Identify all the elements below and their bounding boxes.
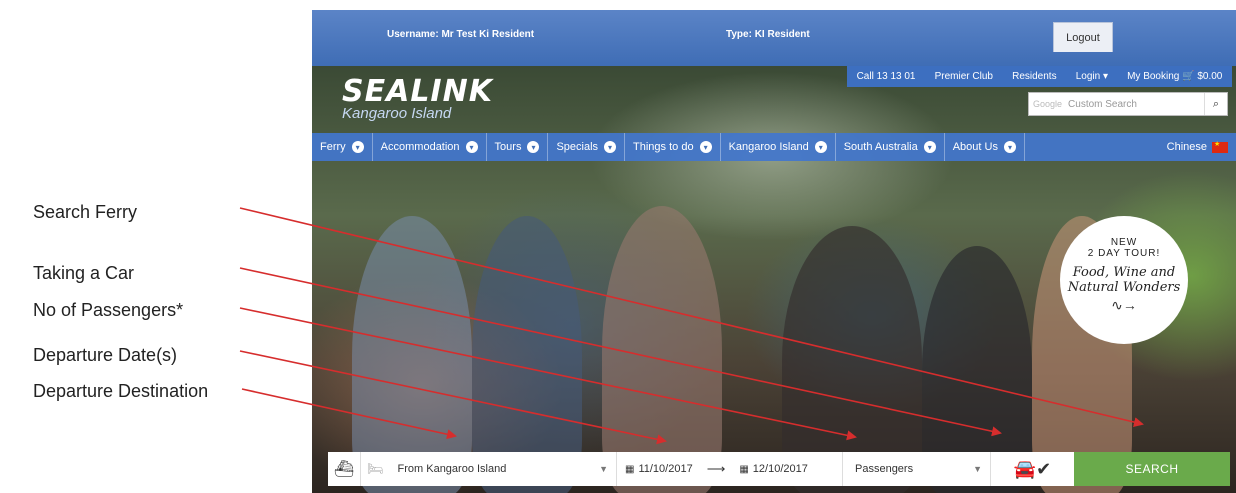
squiggle-arrow-icon: ∿→: [1111, 297, 1137, 313]
nav-item-accommodation[interactable]: Accommodation ▾: [373, 133, 487, 161]
return-date-input[interactable]: 12/10/2017: [753, 463, 808, 475]
bed-icon: 🛏: [367, 461, 384, 476]
chevron-down-icon: ▾: [1003, 141, 1016, 153]
login-dropdown[interactable]: Login ▾: [1076, 71, 1108, 82]
departure-destination-value: From Kangaroo Island: [397, 463, 507, 475]
nav-item-south-australia[interactable]: South Australia ▾: [836, 133, 945, 161]
taking-car-toggle[interactable]: 🚘 ✔: [991, 452, 1074, 486]
search-icon[interactable]: ⌕: [1204, 93, 1227, 115]
chevron-down-icon: ▼: [973, 464, 982, 474]
promo-line-1: NEW: [1110, 237, 1138, 248]
annotation-departure-dates: Departure Date(s): [33, 345, 178, 365]
departure-dates: ▦ 11/10/2017 ⟶ ▦ 12/10/2017: [617, 452, 843, 486]
nav-item-things-to-do[interactable]: Things to do ▾: [625, 133, 721, 161]
nav-item-specials[interactable]: Specials ▾: [548, 133, 626, 161]
logout-button[interactable]: Logout: [1053, 22, 1113, 52]
departure-destination-select[interactable]: 🛏 From Kangaroo Island ▼: [361, 452, 617, 486]
annotation-passengers: No of Passengers*: [33, 300, 184, 320]
chevron-down-icon: ▾: [604, 141, 617, 153]
ferry-booking-bar: ⛴ 🛏 From Kangaroo Island ▼ ▦ 11/10/2017 …: [328, 452, 1230, 486]
sealink-logo[interactable]: SEALINK Kangaroo Island: [342, 74, 493, 122]
chevron-down-icon: ▾: [923, 141, 936, 153]
passengers-select[interactable]: Passengers ▼: [843, 452, 991, 486]
chevron-down-icon: ▾: [814, 141, 827, 153]
calendar-icon: ▦: [625, 463, 635, 475]
annotation-taking-car: Taking a Car: [33, 263, 135, 283]
chevron-down-icon: ▾: [527, 141, 540, 153]
calendar-icon: ▦: [739, 463, 749, 475]
nav-item-kangaroo-island[interactable]: Kangaroo Island ▾: [721, 133, 836, 161]
china-flag-icon: [1212, 140, 1228, 153]
arrow-right-icon: ⟶: [706, 461, 726, 476]
photo-person: [602, 206, 722, 493]
search-placeholder: Custom Search: [1068, 98, 1137, 110]
nav-label: Kangaroo Island: [728, 141, 809, 153]
residents-link[interactable]: Residents: [1012, 71, 1056, 82]
promo-line-3: Food, Wine and: [1072, 265, 1176, 280]
logo-brand: SEALINK: [342, 74, 493, 109]
chevron-down-icon: ▾: [699, 141, 712, 153]
nav-item-tours[interactable]: Tours ▾: [487, 133, 549, 161]
nav-label: Specials: [556, 141, 599, 153]
chevron-down-icon: ▾: [465, 141, 478, 153]
user-type-text: Type: KI Resident: [726, 29, 810, 40]
language-label: Chinese: [1166, 141, 1207, 153]
website-frame: Username: Mr Test Ki Resident Type: KI R…: [312, 10, 1236, 493]
passengers-value: Passengers: [855, 463, 914, 475]
chevron-down-icon: ▾: [351, 141, 364, 153]
check-icon: ✔: [1036, 458, 1052, 479]
chevron-down-icon: ▼: [599, 464, 608, 474]
my-booking-link[interactable]: My Booking 🛒 $0.00: [1127, 71, 1222, 82]
nav-label: Accommodation: [380, 141, 460, 153]
nav-item-ferry[interactable]: Ferry ▾: [312, 133, 373, 161]
main-nav: Ferry ▾ Accommodation ▾ Tours ▾ Specials ▾ T…: [312, 133, 1236, 161]
depart-date-input[interactable]: 11/10/2017: [638, 463, 692, 475]
hero-photo: SEALINK Kangaroo Island Call 13 13 01 Pr…: [312, 66, 1236, 493]
google-label: Google: [1033, 99, 1063, 109]
site-search-input[interactable]: Google Custom Search ⌕: [1028, 92, 1228, 116]
promo-badge[interactable]: NEW 2 DAY TOUR! Food, Wine and Natural W…: [1060, 216, 1188, 344]
session-bar: Username: Mr Test Ki Resident Type: KI R…: [312, 10, 1236, 66]
promo-line-4: Natural Wonders: [1067, 280, 1181, 295]
nav-label: About Us: [952, 141, 998, 153]
search-ferry-button[interactable]: SEARCH: [1074, 452, 1230, 486]
nav-item-about-us[interactable]: About Us ▾: [945, 133, 1025, 161]
username-text: Username: Mr Test Ki Resident: [387, 29, 535, 40]
nav-label: Tours: [494, 141, 522, 153]
utility-bar: Call 13 13 01 Premier Club Residents Log…: [847, 66, 1232, 87]
car-icon: 🚘: [1013, 458, 1037, 479]
call-link[interactable]: Call 13 13 01: [857, 71, 916, 82]
promo-line-2: 2 DAY TOUR!: [1087, 248, 1161, 259]
premier-club-link[interactable]: Premier Club: [935, 71, 993, 82]
annotation-departure-destination: Departure Destination: [33, 381, 209, 401]
language-selector[interactable]: Chinese: [1166, 140, 1236, 153]
annotation-search-ferry: Search Ferry: [33, 202, 138, 222]
nav-label: Things to do: [633, 141, 694, 153]
ferry-icon: ⛴: [328, 452, 361, 486]
nav-label: South Australia: [843, 141, 918, 153]
nav-label: Ferry: [320, 141, 346, 153]
